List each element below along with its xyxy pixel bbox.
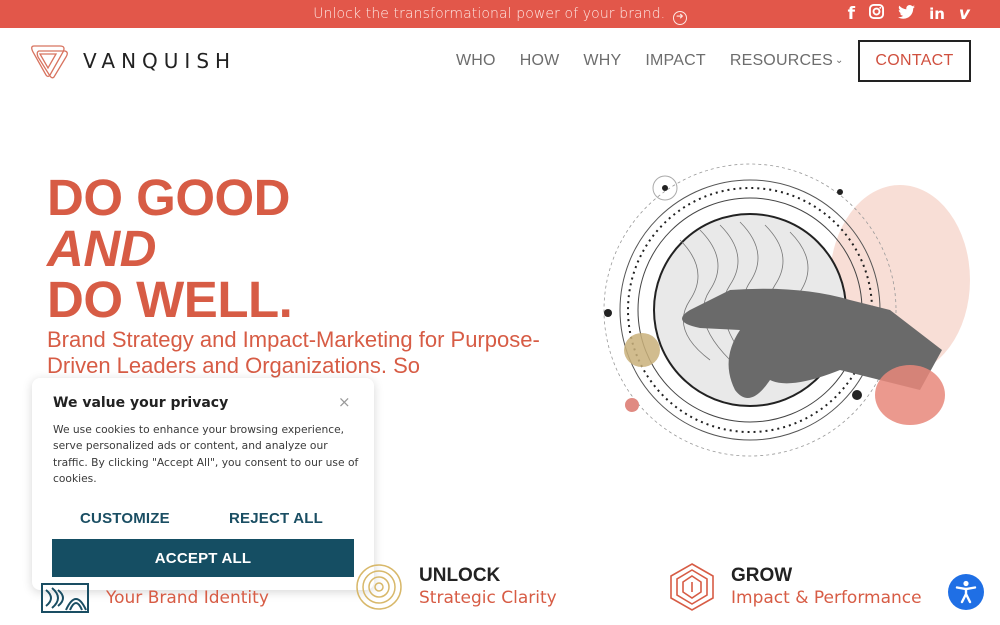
reject-all-button[interactable]: REJECT ALL — [229, 510, 323, 527]
accept-all-button[interactable]: ACCEPT ALL — [52, 539, 354, 577]
main-nav: WHO HOW WHY IMPACT RESOURCES ⌄ — [456, 52, 868, 70]
hero-headline: DO GOOD AND DO WELL. — [47, 169, 293, 328]
nav-impact[interactable]: IMPACT — [645, 52, 705, 70]
facebook-icon[interactable]: f — [848, 4, 855, 24]
logo-link[interactable]: VANQUISH — [30, 42, 236, 80]
contact-button[interactable]: CONTACT — [858, 40, 971, 82]
announcement-bar: Unlock the transformational power of you… — [0, 0, 1000, 28]
feature-title: UNLOCK — [419, 565, 501, 586]
nav-resources-label: RESOURCES — [729, 52, 833, 69]
cookie-title: We value your privacy — [53, 395, 229, 411]
twitter-icon[interactable] — [898, 4, 915, 24]
headline-line-2: AND — [47, 220, 157, 277]
feature-unlock: UNLOCK Strategic Clarity — [354, 562, 557, 612]
customize-button[interactable]: CUSTOMIZE — [80, 510, 170, 527]
feature-subtitle: Your Brand Identity — [106, 588, 269, 608]
cookie-consent-dialog: We value your privacy × We use cookies t… — [32, 378, 374, 590]
social-links: f in v — [848, 4, 970, 24]
linkedin-icon[interactable]: in — [929, 5, 945, 23]
nav-who[interactable]: WHO — [456, 52, 496, 70]
instagram-icon[interactable] — [869, 4, 885, 24]
feature-brand-identity: Your Brand Identity — [40, 582, 269, 614]
waves-icon — [41, 583, 89, 613]
nav-how[interactable]: HOW — [520, 52, 560, 70]
nav-resources[interactable]: RESOURCES ⌄ — [730, 52, 844, 70]
fingerprint-icon — [356, 564, 402, 610]
accessibility-icon — [955, 580, 977, 604]
site-header: VANQUISH WHO HOW WHY IMPACT RESOURCES ⌄ C… — [0, 28, 1000, 98]
chevron-down-icon: ⌄ — [834, 55, 844, 66]
announcement-text: Unlock the transformational power of you… — [313, 6, 666, 22]
cookie-message: We use cookies to enhance your browsing … — [53, 423, 359, 486]
brand-name: VANQUISH — [83, 49, 237, 73]
arrow-right-circle-icon: ➜ — [672, 11, 687, 25]
vanquish-logo-icon — [31, 45, 68, 79]
hero-subtitle: Brand Strategy and Impact-Marketing for … — [47, 327, 540, 378]
feature-subtitle: Strategic Clarity — [419, 588, 557, 608]
vimeo-icon[interactable]: v — [959, 4, 970, 24]
feature-grow: GROW Impact & Performance — [668, 562, 922, 612]
headline-line-1: DO GOOD — [47, 169, 291, 226]
hexagon-maze-icon — [670, 563, 714, 611]
feature-title: GROW — [731, 565, 793, 586]
headline-line-3: DO WELL. — [47, 271, 293, 328]
close-icon[interactable]: × — [338, 393, 351, 411]
hero-circle-graphic — [603, 163, 970, 457]
accessibility-button[interactable] — [948, 574, 984, 610]
hero-illustration — [603, 163, 970, 457]
nav-why[interactable]: WHY — [583, 52, 621, 70]
feature-subtitle: Impact & Performance — [731, 588, 922, 608]
